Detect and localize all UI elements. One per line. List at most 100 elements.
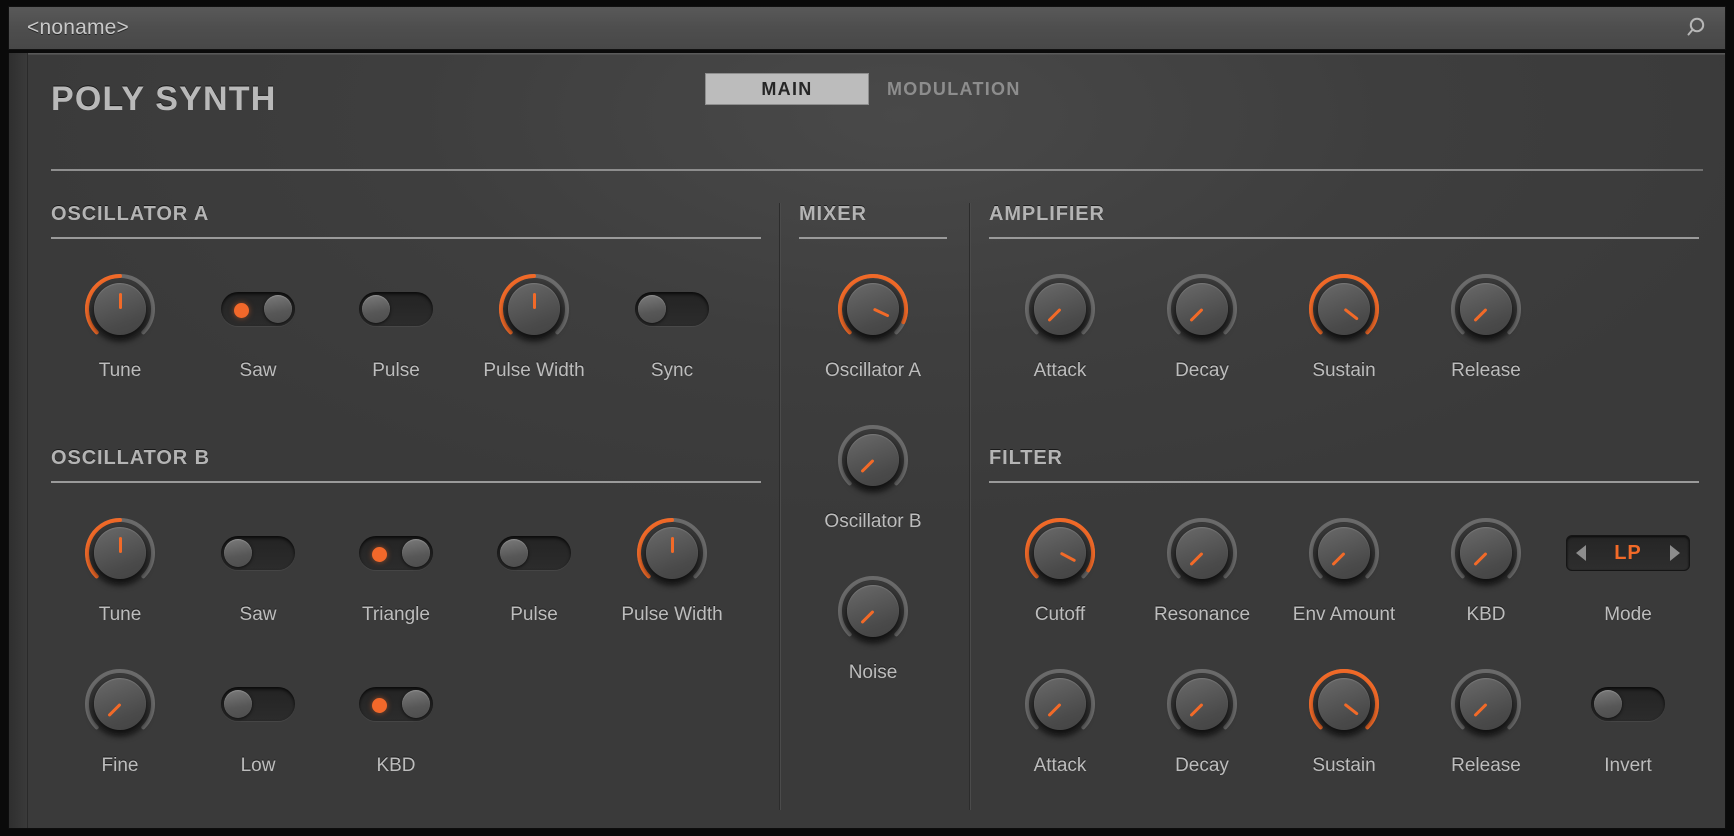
knob-kbd[interactable] <box>1447 514 1525 592</box>
control-label: Decay <box>1175 755 1229 777</box>
section-rule <box>989 481 1699 483</box>
toggle-slot <box>359 267 433 351</box>
chevron-right-icon[interactable] <box>1670 545 1680 561</box>
control-label: Pulse Width <box>621 604 722 626</box>
toggle-low[interactable] <box>221 687 295 721</box>
search-icon[interactable] <box>1673 6 1725 50</box>
tab-modulation[interactable]: MODULATION <box>869 73 1039 105</box>
knob-decay[interactable] <box>1163 665 1241 743</box>
toggle-thumb[interactable] <box>362 295 390 323</box>
control-pulse: Pulse <box>327 267 465 382</box>
knob-slot <box>81 511 159 595</box>
control-label: KBD <box>376 755 415 777</box>
toggle-led <box>372 547 387 562</box>
knob-release[interactable] <box>1447 665 1525 743</box>
toggle-thumb[interactable] <box>402 539 430 567</box>
section-title: FILTER <box>989 447 1699 473</box>
knob-slot <box>1447 662 1525 746</box>
knob-attack[interactable] <box>1021 665 1099 743</box>
toggle-slot <box>497 511 571 595</box>
control-sustain: Sustain <box>1273 267 1415 382</box>
knob-decay[interactable] <box>1163 270 1241 348</box>
knob-slot <box>1163 662 1241 746</box>
selector-mode[interactable]: LP <box>1566 535 1690 571</box>
toggle-slot <box>635 267 709 351</box>
knob-release[interactable] <box>1447 270 1525 348</box>
knob-slot <box>81 662 159 746</box>
toggle-thumb[interactable] <box>224 539 252 567</box>
toggle-thumb[interactable] <box>402 690 430 718</box>
knob-attack[interactable] <box>1021 270 1099 348</box>
knob-slot <box>1305 511 1383 595</box>
section-rule <box>799 237 947 239</box>
control-label: Oscillator B <box>824 511 921 533</box>
control-label: Tune <box>99 604 142 626</box>
toggle-saw[interactable] <box>221 536 295 570</box>
knob-env-amount[interactable] <box>1305 514 1383 592</box>
toggle-slot <box>359 662 433 746</box>
knob-slot <box>834 569 912 653</box>
control-row: Oscillator B <box>799 418 947 533</box>
knob-pulse-width[interactable] <box>633 514 711 592</box>
preset-name[interactable]: <noname> <box>9 16 1673 40</box>
toggle-thumb[interactable] <box>1594 690 1622 718</box>
control-triangle: Triangle <box>327 511 465 626</box>
toggle-pulse[interactable] <box>497 536 571 570</box>
control-row: FineLowKBD <box>51 662 761 777</box>
section-mixer: MIXER Oscillator A Oscillator B Noise <box>799 203 947 684</box>
toggle-saw[interactable] <box>221 292 295 326</box>
section-rule <box>989 237 1699 239</box>
control-label: Release <box>1451 755 1521 777</box>
knob-noise[interactable] <box>834 572 912 650</box>
toggle-kbd[interactable] <box>359 687 433 721</box>
knob-resonance[interactable] <box>1163 514 1241 592</box>
knob-cap <box>646 527 698 579</box>
knob-tune[interactable] <box>81 514 159 592</box>
control-sustain: Sustain <box>1273 662 1415 777</box>
knob-sustain[interactable] <box>1305 270 1383 348</box>
toggle-slot <box>221 267 295 351</box>
control-label: Release <box>1451 360 1521 382</box>
knob-slot <box>1021 267 1099 351</box>
section-amplifier: AMPLIFIER AttackDecaySustainRelease <box>989 203 1699 382</box>
section-rule <box>51 237 761 239</box>
section-title: OSCILLATOR B <box>51 447 761 473</box>
knob-pulse-width[interactable] <box>495 270 573 348</box>
control-label: Low <box>241 755 276 777</box>
control-label: Oscillator A <box>825 360 921 382</box>
control-row: AttackDecaySustainReleaseInvert <box>989 662 1699 777</box>
title-divider <box>51 169 1703 171</box>
toggle-thumb[interactable] <box>500 539 528 567</box>
knob-fine[interactable] <box>81 665 159 743</box>
knob-pointer <box>533 293 536 309</box>
knob-tune[interactable] <box>81 270 159 348</box>
knob-slot <box>1447 511 1525 595</box>
synth-plugin-window: <noname> POLY SYNTH MAIN MODULATION OSCI… <box>0 0 1734 836</box>
toggle-invert[interactable] <box>1591 687 1665 721</box>
toggle-sync[interactable] <box>635 292 709 326</box>
control-label: Sustain <box>1312 755 1375 777</box>
knob-oscillator-b[interactable] <box>834 421 912 499</box>
knob-sustain[interactable] <box>1305 665 1383 743</box>
section-title: OSCILLATOR A <box>51 203 761 229</box>
toggle-pulse[interactable] <box>359 292 433 326</box>
toggle-slot <box>221 662 295 746</box>
toggle-thumb[interactable] <box>264 295 292 323</box>
control-pulse-width: Pulse Width <box>465 267 603 382</box>
knob-cutoff[interactable] <box>1021 514 1099 592</box>
control-low: Low <box>189 662 327 777</box>
control-row: Noise <box>799 569 947 684</box>
control-label: Mode <box>1604 604 1652 626</box>
control-row: TuneSawTrianglePulsePulse Width <box>51 511 761 626</box>
control-label: Pulse <box>510 604 558 626</box>
toggle-triangle[interactable] <box>359 536 433 570</box>
chevron-left-icon[interactable] <box>1576 545 1586 561</box>
control-label: Resonance <box>1154 604 1250 626</box>
toggle-thumb[interactable] <box>638 295 666 323</box>
toggle-thumb[interactable] <box>224 690 252 718</box>
control-resonance: Resonance <box>1131 511 1273 626</box>
tab-main[interactable]: MAIN <box>705 73 869 105</box>
knob-oscillator-a[interactable] <box>834 270 912 348</box>
knob-slot <box>495 267 573 351</box>
control-release: Release <box>1415 267 1557 382</box>
